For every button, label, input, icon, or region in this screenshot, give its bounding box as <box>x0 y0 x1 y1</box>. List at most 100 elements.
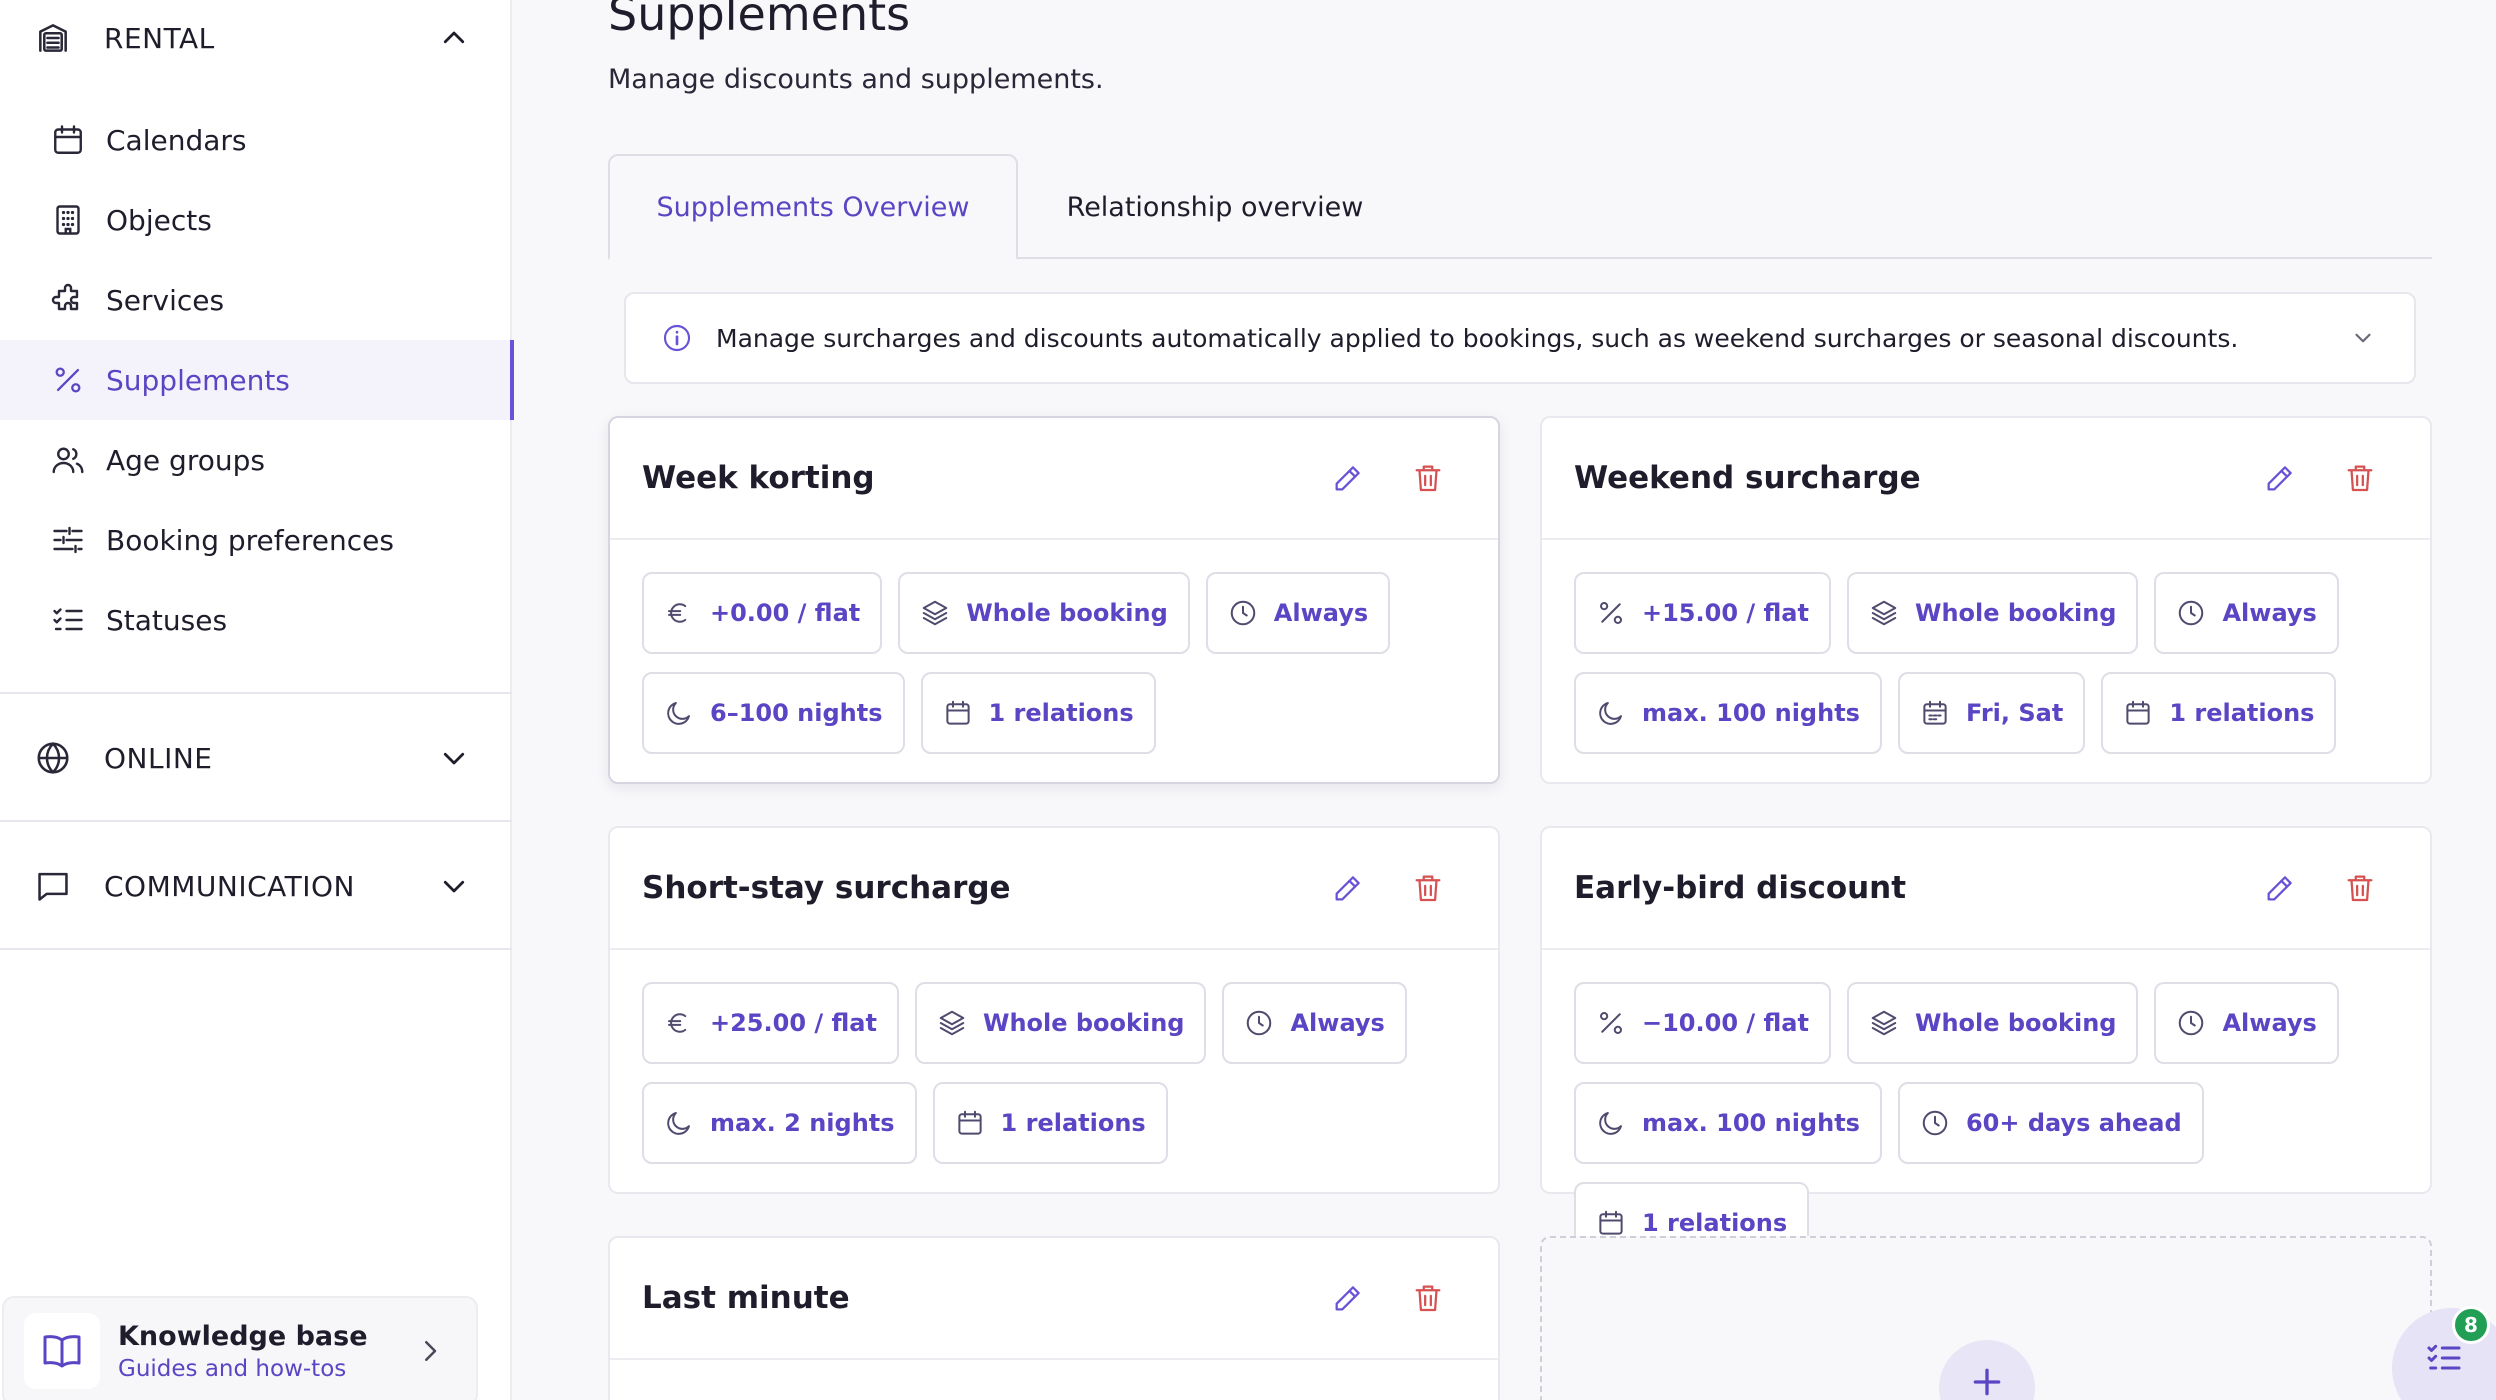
delete-icon[interactable] <box>2340 458 2380 498</box>
rule-chip[interactable]: Whole booking <box>1846 572 2139 654</box>
delete-icon[interactable] <box>2340 868 2380 908</box>
tab-supplements-overview[interactable]: Supplements Overview <box>608 154 1018 260</box>
calendar-icon <box>1596 1208 1626 1238</box>
sidebar-item-label: Services <box>106 283 225 317</box>
chevron-down-icon[interactable] <box>438 742 470 774</box>
chip-label: Always <box>2222 1009 2317 1037</box>
delete-icon[interactable] <box>1408 458 1448 498</box>
section-rental-header[interactable]: RENTAL <box>0 0 512 78</box>
sidebar-item-booking-preferences[interactable]: Booking preferences <box>0 500 512 580</box>
rule-chip[interactable]: Always <box>1205 572 1391 654</box>
knowledge-base-subtitle: Guides and how-tos <box>118 1355 347 1382</box>
chevron-right-icon <box>410 1331 450 1371</box>
rule-chip[interactable]: Always <box>1222 982 1407 1064</box>
card-header: Early-bird discount <box>1542 828 2430 950</box>
rule-chip[interactable]: Whole booking <box>1846 982 2139 1064</box>
chip-label: Always <box>2222 599 2317 627</box>
globe-icon <box>34 739 72 777</box>
edit-icon[interactable] <box>1328 868 1368 908</box>
edit-icon[interactable] <box>1328 458 1368 498</box>
page-subtitle: Manage discounts and supplements. <box>608 64 1104 95</box>
tab-relationship-overview[interactable]: Relationship overview <box>1040 154 1390 260</box>
sidebar-item-services[interactable]: Services <box>0 260 512 340</box>
rule-chip[interactable]: 6–100 nights <box>642 672 905 754</box>
rule-chip[interactable]: Always <box>2154 982 2339 1064</box>
rule-chip[interactable]: +0.00 / flat <box>642 572 883 654</box>
rule-chip[interactable]: Always <box>2154 572 2339 654</box>
message-icon <box>34 867 72 905</box>
sidebar-item-age-groups[interactable]: Age groups <box>0 420 512 500</box>
add-supplement-button[interactable] <box>1939 1340 2035 1400</box>
section-rental-label: RENTAL <box>104 21 215 55</box>
edit-icon[interactable] <box>2260 868 2300 908</box>
knowledge-base-title: Knowledge base <box>118 1320 368 1352</box>
sidebar-item-label: Booking preferences <box>106 523 394 557</box>
sidebar-divider <box>0 948 512 950</box>
building-icon <box>34 19 72 57</box>
clock-icon <box>2176 1008 2206 1038</box>
chip-label: 6–100 nights <box>710 699 883 727</box>
section-online-header[interactable]: ONLINE <box>0 718 512 798</box>
info-banner[interactable]: Manage surcharges and discounts automati… <box>624 292 2416 384</box>
chip-label: max. 100 nights <box>1642 1109 1860 1137</box>
card-body: +0.00 / flat Whole booking Always 6–100 nig… <box>610 540 1498 754</box>
sidebar: RENTAL Calendars Objects Services Supple… <box>0 0 514 1400</box>
chip-label: 60+ days ahead <box>1965 1109 2182 1137</box>
rule-chip[interactable]: Fri, Sat <box>1897 672 2086 754</box>
knowledge-base-link[interactable]: Knowledge base Guides and how-tos <box>2 1296 478 1400</box>
chevron-up-icon[interactable] <box>438 22 470 54</box>
rule-chip[interactable]: max. 100 nights <box>1574 1082 1882 1164</box>
card-header: Last minute <box>610 1238 1498 1360</box>
calendar-days-icon <box>1920 698 1950 728</box>
chip-label: +0.00 / flat <box>710 599 861 627</box>
card-title: Early-bird discount <box>1574 870 1907 906</box>
chip-label: max. 2 nights <box>710 1109 895 1137</box>
layers-icon <box>1869 598 1899 628</box>
edit-icon[interactable] <box>1328 1278 1368 1318</box>
chevron-down-icon[interactable] <box>2348 323 2378 353</box>
clock-icon <box>1920 1108 1950 1138</box>
chip-label: Fri, Sat <box>1965 699 2064 727</box>
sidebar-item-supplements[interactable]: Supplements <box>0 340 514 420</box>
delete-icon[interactable] <box>1408 868 1448 908</box>
plus-icon <box>1973 1368 2001 1396</box>
calendar-icon <box>2123 698 2153 728</box>
add-supplement-card[interactable] <box>1540 1236 2432 1400</box>
rule-chip[interactable]: 1 relations <box>920 672 1156 754</box>
chip-label: Whole booking <box>1914 599 2117 627</box>
sidebar-item-calendars[interactable]: Calendars <box>0 100 512 180</box>
users-icon <box>50 442 86 478</box>
sidebar-item-label: Statuses <box>106 603 228 637</box>
section-communication-header[interactable]: COMMUNICATION <box>0 846 512 926</box>
sidebar-item-statuses[interactable]: Statuses <box>0 580 512 660</box>
sliders-icon <box>50 522 86 558</box>
card-title: Weekend surcharge <box>1574 460 1921 496</box>
chip-label: Always <box>1290 1009 1385 1037</box>
sidebar-item-objects[interactable]: Objects <box>0 180 512 260</box>
rule-chip[interactable]: 60+ days ahead <box>1897 1082 2204 1164</box>
clock-icon <box>1228 598 1258 628</box>
calendar-icon <box>50 122 86 158</box>
info-text: Manage surcharges and discounts automati… <box>716 323 2239 353</box>
supplement-card: Short-stay surcharge +25.00 / flat Whole b… <box>608 826 1500 1194</box>
rule-chip[interactable]: max. 2 nights <box>642 1082 917 1164</box>
rule-chip[interactable]: Whole booking <box>898 572 1190 654</box>
edit-icon[interactable] <box>2260 458 2300 498</box>
rule-chip[interactable]: 1 relations <box>932 1082 1168 1164</box>
card-header: Weekend surcharge <box>1542 418 2430 540</box>
clock-icon <box>1244 1008 1274 1038</box>
knowledge-base-text: Knowledge base Guides and how-tos <box>118 1321 410 1382</box>
rule-chip[interactable]: +25.00 / flat <box>642 982 899 1064</box>
delete-icon[interactable] <box>1408 1278 1448 1318</box>
rule-chip[interactable]: 1 relations <box>2101 672 2337 754</box>
checklist-icon <box>50 602 86 638</box>
rule-chip[interactable]: Whole booking <box>914 982 1207 1064</box>
puzzle-icon <box>50 282 86 318</box>
chevron-down-icon[interactable] <box>438 870 470 902</box>
notification-badge: 8 <box>2452 1306 2490 1344</box>
chip-label: 1 relations <box>988 699 1134 727</box>
rule-chip[interactable]: −10.00 / flat <box>1574 982 1831 1064</box>
rule-chip[interactable]: max. 100 nights <box>1574 672 1882 754</box>
rule-chip[interactable]: +15.00 / flat <box>1574 572 1831 654</box>
card-body: −10.00 / flat Whole booking Always max. 100… <box>1542 950 2430 1264</box>
